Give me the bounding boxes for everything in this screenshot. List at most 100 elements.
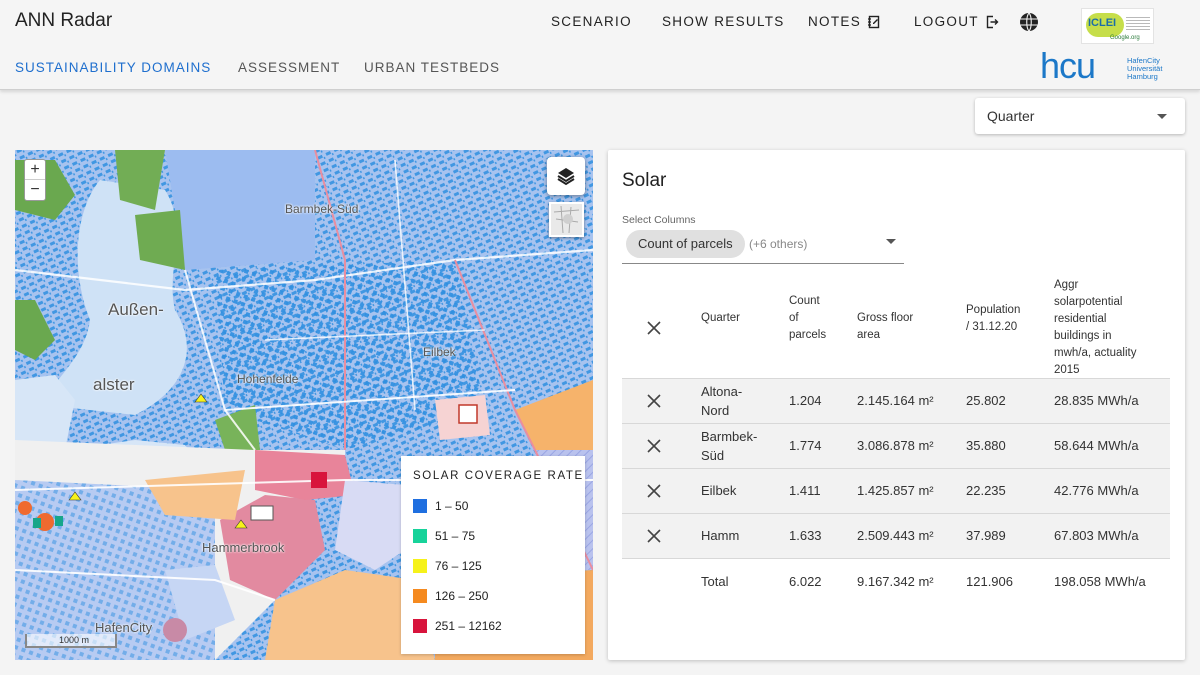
level-select[interactable]: Quarter — [975, 98, 1185, 134]
more-columns-count: (+6 others) — [749, 237, 808, 251]
header-solar: Aggr solarpotential residential building… — [1054, 277, 1136, 379]
legend-label: 76 – 125 — [435, 559, 482, 573]
cell-gfa: 2.509.443 m² — [857, 528, 934, 543]
panel-title: Solar — [622, 170, 667, 191]
column-chip[interactable]: Count of parcels — [626, 230, 745, 258]
map-label-barmbek: Barmbek-Süd — [285, 202, 359, 216]
app-header: ANN Radar SCENARIO SHOW RESULTS NOTES LO… — [0, 0, 1200, 90]
legend-item: 76 – 125 — [413, 558, 482, 574]
cell-total-solar: 198.058 MWh/a — [1054, 574, 1146, 589]
basemap-thumbnail-icon — [551, 204, 582, 235]
nav-show-results[interactable]: SHOW RESULTS — [662, 14, 785, 29]
zoom-in-button[interactable]: + — [25, 160, 45, 180]
legend-label: 251 – 12162 — [435, 619, 502, 633]
cell-quarter: Altona- Nord — [701, 382, 742, 420]
cell-quarter: Hamm — [701, 528, 740, 543]
remove-row-icon[interactable] — [647, 484, 661, 498]
cell-solar: 28.835 MWh/a — [1054, 393, 1139, 408]
header-quarter: Quarter — [701, 312, 740, 324]
header-population: Population / 31.12.20 — [966, 302, 1020, 336]
table-row: Altona- Nord 1.204 2.145.164 m² 25.802 28… — [622, 378, 1170, 423]
cell-total-gfa: 9.167.342 m² — [857, 574, 934, 589]
cell-solar: 67.803 MWh/a — [1054, 528, 1139, 543]
nav-logout-label: LOGOUT — [914, 14, 979, 29]
header-population-line: / 31.12.20 — [966, 321, 1018, 333]
cell-population: 25.802 — [966, 393, 1006, 408]
legend-item: 51 – 75 — [413, 528, 475, 544]
map-label-alster: alster — [93, 375, 135, 394]
cell-solar: 42.776 MWh/a — [1054, 483, 1139, 498]
cell-gfa: 1.425.857 m² — [857, 483, 934, 498]
nav-scenario-label: SCENARIO — [551, 14, 632, 29]
iclei-logo-sub: Google.org — [1110, 35, 1140, 41]
map-view[interactable]: Außen- alster Hammerbrook HafenCity Barm… — [15, 150, 593, 660]
iclei-logo: ICLEI Google.org — [1081, 8, 1154, 44]
hcu-logo: hcu HafenCity Universität Hamburg — [1040, 48, 1162, 84]
legend-swatch — [413, 529, 427, 543]
tab-assessment[interactable]: ASSESSMENT — [238, 60, 340, 75]
legend-swatch — [413, 559, 427, 573]
cell-quarter-line: Altona- — [701, 384, 743, 399]
legend-swatch — [413, 619, 427, 633]
notes-icon — [868, 15, 880, 28]
cell-quarter-line: Süd — [701, 448, 725, 463]
table-row: Hamm 1.633 2.509.443 m² 37.989 67.803 MW… — [622, 513, 1170, 558]
legend-label: 1 – 50 — [435, 499, 469, 513]
cell-total-population: 121.906 — [966, 574, 1013, 589]
tab-sustainability-domains[interactable]: SUSTAINABILITY DOMAINS — [15, 60, 211, 75]
results-panel: Solar Select Columns Count of parcels (+… — [608, 150, 1185, 660]
cell-total-parcels: 6.022 — [789, 574, 822, 589]
cell-total-label: Total — [701, 574, 729, 589]
globe-icon[interactable] — [1019, 12, 1039, 32]
app-title: ANN Radar — [15, 10, 113, 31]
cell-parcels: 1.774 — [789, 438, 822, 453]
legend-item: 1 – 50 — [413, 498, 468, 514]
map-label-aussen: Außen- — [108, 300, 164, 319]
header-gfa-line: Gross floor — [857, 312, 914, 324]
iclei-logo-lines — [1126, 17, 1150, 31]
header-solar-line: mwh/a, actuality — [1054, 347, 1137, 359]
basemap-toggle-button[interactable] — [549, 202, 584, 237]
clear-all-icon[interactable] — [647, 321, 661, 335]
map-label-hohenfelde: Hohenfelde — [237, 372, 299, 386]
tab-urban-testbeds[interactable]: URBAN TESTBEDS — [364, 60, 500, 75]
zoom-control: + − — [24, 159, 46, 201]
cell-quarter: Eilbek — [701, 483, 737, 498]
nav-scenario[interactable]: SCENARIO — [551, 14, 632, 29]
level-select-value: Quarter — [987, 108, 1035, 124]
cell-parcels: 1.204 — [789, 393, 822, 408]
nav-logout[interactable]: LOGOUT — [914, 14, 999, 29]
chevron-down-icon — [1157, 114, 1167, 119]
header-solar-line: Aggr — [1054, 279, 1079, 291]
cell-quarter: Barmbek- Süd — [701, 427, 757, 465]
remove-row-icon[interactable] — [647, 529, 661, 543]
map-label-hammerbrook: Hammerbrook — [202, 540, 285, 555]
iclei-logo-text: ICLEI — [1088, 17, 1117, 29]
map-label-hafencity: HafenCity — [95, 620, 153, 635]
select-columns-dropdown[interactable]: Count of parcels (+6 others) — [622, 230, 904, 264]
zoom-out-button[interactable]: − — [25, 180, 45, 200]
cell-parcels: 1.633 — [789, 528, 822, 543]
header-solar-line: 2015 — [1054, 364, 1080, 376]
nav-show-results-label: SHOW RESULTS — [662, 14, 785, 29]
remove-row-icon[interactable] — [647, 439, 661, 453]
remove-row-icon[interactable] — [647, 394, 661, 408]
legend-title: SOLAR COVERAGE RATE — [413, 470, 584, 482]
cell-parcels: 1.411 — [789, 483, 821, 498]
header-parcels-line: of — [789, 312, 799, 324]
table-total-row: Total 6.022 9.167.342 m² 121.906 198.058… — [622, 558, 1170, 603]
header-gfa: Gross floor area — [857, 310, 913, 344]
layers-button[interactable] — [547, 157, 585, 195]
cell-population: 35.880 — [966, 438, 1006, 453]
header-solar-line: residential — [1054, 313, 1107, 325]
legend-label: 51 – 75 — [435, 529, 476, 543]
chevron-down-icon — [886, 239, 896, 244]
cell-gfa: 3.086.878 m² — [857, 438, 934, 453]
header-solar-line: solarpotential — [1054, 296, 1123, 308]
header-parcels: Count of parcels — [789, 293, 826, 344]
nav-notes[interactable]: NOTES — [808, 14, 881, 29]
legend-swatch — [413, 499, 427, 513]
select-columns-label: Select Columns — [622, 214, 696, 226]
cell-population: 37.989 — [966, 528, 1006, 543]
cell-quarter-line: Barmbek- — [701, 429, 758, 444]
